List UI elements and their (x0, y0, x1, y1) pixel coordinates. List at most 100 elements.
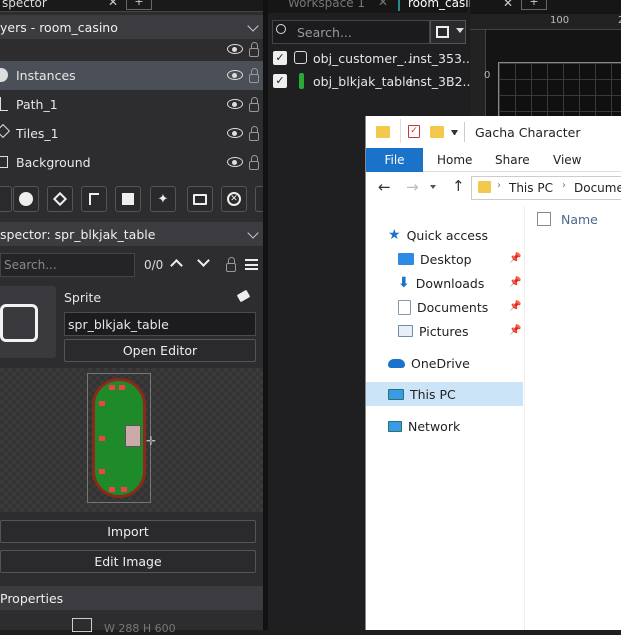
visible-checkbox[interactable]: ✓ (273, 74, 287, 88)
delete-layer-button[interactable]: ✕ (221, 186, 247, 212)
pictures-icon (398, 325, 413, 337)
menu-icon[interactable] (245, 259, 258, 270)
nav-this-pc[interactable]: This PC (388, 383, 456, 405)
open-editor-label: Open Editor (122, 343, 198, 358)
pin-icon[interactable]: 📌 (509, 253, 521, 264)
pin-icon[interactable]: 📌 (509, 277, 521, 288)
layer-row-background[interactable]: Background (0, 148, 263, 177)
room-grid[interactable] (498, 62, 621, 116)
explorer-titlebar[interactable]: ✓ Gacha Character (366, 116, 621, 148)
instance-row[interactable]: ✓ obj_customer_... inst_353... (268, 47, 474, 70)
lock-icon[interactable] (249, 68, 259, 83)
nav-downloads[interactable]: ⬇ Downloads (398, 272, 484, 294)
sprite-name-field[interactable]: spr_blkjak_table (64, 312, 256, 336)
select-all-checkbox[interactable] (537, 212, 551, 226)
recent-locations-icon[interactable] (430, 185, 436, 189)
eye-icon[interactable] (227, 70, 243, 80)
lock-icon[interactable] (226, 257, 236, 272)
sprite-thumbnail-frame[interactable] (0, 286, 56, 358)
inspector-title: spector: spr_blkjak_table (0, 226, 156, 242)
sprite-preview[interactable]: ✛ (0, 368, 263, 512)
nav-network[interactable]: Network (388, 415, 460, 437)
add-tab-button[interactable]: + (126, 0, 152, 10)
lock-icon[interactable] (249, 155, 259, 170)
instance-object: obj_customer_... (313, 51, 416, 66)
pin-icon[interactable]: 📌 (509, 301, 521, 312)
sprite-section: Sprite spr_blkjak_table Open Editor (0, 284, 263, 368)
back-arrow-icon[interactable]: ← (378, 178, 391, 196)
add-instance-layer-button[interactable] (13, 186, 39, 212)
forward-arrow-icon[interactable]: → (406, 178, 419, 196)
properties-header[interactable]: Properties (0, 586, 263, 610)
eye-icon[interactable] (227, 157, 243, 167)
close-icon[interactable]: ✕ (108, 0, 118, 9)
chevron-down-icon (456, 28, 464, 33)
instance-row[interactable]: ✓ obj_blkjak_table inst_3B2... (268, 70, 474, 93)
layers-header[interactable]: yers - room_casino (0, 15, 263, 39)
quick-access-dropdown-icon[interactable] (451, 130, 458, 135)
nav-pictures[interactable]: Pictures (398, 320, 469, 342)
view-mode-dropdown[interactable] (430, 20, 466, 44)
star-icon: ★ (388, 227, 401, 243)
tool-button-prev[interactable] (0, 186, 12, 212)
instances-search-input[interactable]: Search... (272, 20, 430, 44)
workspace-tab-strip: Workspace 1 ✕ room_casino (268, 0, 484, 13)
new-folder-icon[interactable] (430, 126, 444, 138)
close-icon[interactable]: ✕ (503, 0, 513, 10)
address-row: ← → ↑ › This PC › Documer (366, 174, 621, 204)
add-asset-layer-button[interactable] (115, 186, 141, 212)
up-arrow-icon[interactable]: ↑ (452, 177, 465, 195)
layer-row-instances[interactable]: Instances (0, 61, 263, 90)
eye-icon[interactable] (227, 99, 243, 109)
import-label: Import (107, 524, 149, 539)
eye-icon[interactable] (227, 44, 243, 54)
room-editor-view[interactable]: ✕ + 100 200 0 (470, 0, 621, 116)
nav-documents[interactable]: Documents (398, 296, 488, 318)
chevron-down-icon[interactable] (197, 254, 210, 267)
chevron-down-icon[interactable] (247, 227, 259, 239)
pin-icon[interactable]: 📌 (509, 325, 521, 336)
nav-desktop[interactable]: Desktop (398, 248, 472, 270)
inspector-header[interactable]: spector: spr_blkjak_table (0, 222, 263, 246)
tab-file[interactable]: File (366, 148, 423, 172)
chevron-down-icon[interactable] (247, 20, 259, 32)
breadcrumb-this-pc[interactable]: This PC (509, 181, 553, 195)
address-bar[interactable]: › This PC › Documer (471, 176, 621, 200)
lock-icon[interactable] (249, 97, 259, 112)
add-tile-layer-button[interactable] (47, 186, 73, 212)
import-button[interactable]: Import (0, 520, 256, 543)
tab-workspace[interactable]: Workspace 1 (288, 0, 365, 10)
lock-icon[interactable] (249, 126, 259, 141)
inspector-search-input[interactable]: Search... (0, 253, 135, 277)
visible-checkbox[interactable]: ✓ (273, 51, 287, 65)
tab-inspector[interactable]: spector (2, 0, 47, 12)
object-icon (294, 51, 307, 64)
tab-view[interactable]: View (553, 153, 581, 167)
layer-row-path[interactable]: Path_1 (0, 90, 263, 119)
tab-home[interactable]: Home (437, 153, 472, 167)
add-path-layer-button[interactable] (81, 186, 107, 212)
room-tab-strip: ✕ + (470, 0, 621, 13)
open-editor-button[interactable]: Open Editor (64, 339, 256, 362)
add-tab-button[interactable]: + (521, 0, 547, 10)
properties-icon[interactable]: ✓ (408, 125, 420, 138)
chevron-up-icon[interactable] (170, 259, 183, 272)
magic-wand-icon[interactable]: ✦ (150, 186, 176, 212)
close-icon[interactable]: ✕ (378, 0, 388, 9)
layer-row-tiles[interactable]: Tiles_1 (0, 119, 263, 148)
sprite-label: Sprite (64, 290, 102, 305)
breadcrumb-documents[interactable]: Documer (574, 181, 621, 195)
column-header-name[interactable]: Name (561, 212, 598, 227)
eye-icon[interactable] (227, 128, 243, 138)
tab-share[interactable]: Share (495, 153, 530, 167)
search-placeholder: Search... (297, 25, 352, 40)
tag-icon[interactable] (236, 289, 251, 303)
pane-divider[interactable] (524, 206, 525, 630)
add-folder-button[interactable] (187, 186, 213, 212)
lock-icon[interactable] (249, 42, 259, 57)
nav-quick-access[interactable]: ★ Quick access (388, 224, 488, 246)
edit-image-button[interactable]: Edit Image (0, 550, 256, 573)
nav-onedrive[interactable]: OneDrive (388, 352, 470, 374)
instances-layer-icon (0, 68, 8, 82)
origin-crosshair-icon[interactable]: ✛ (146, 434, 156, 448)
